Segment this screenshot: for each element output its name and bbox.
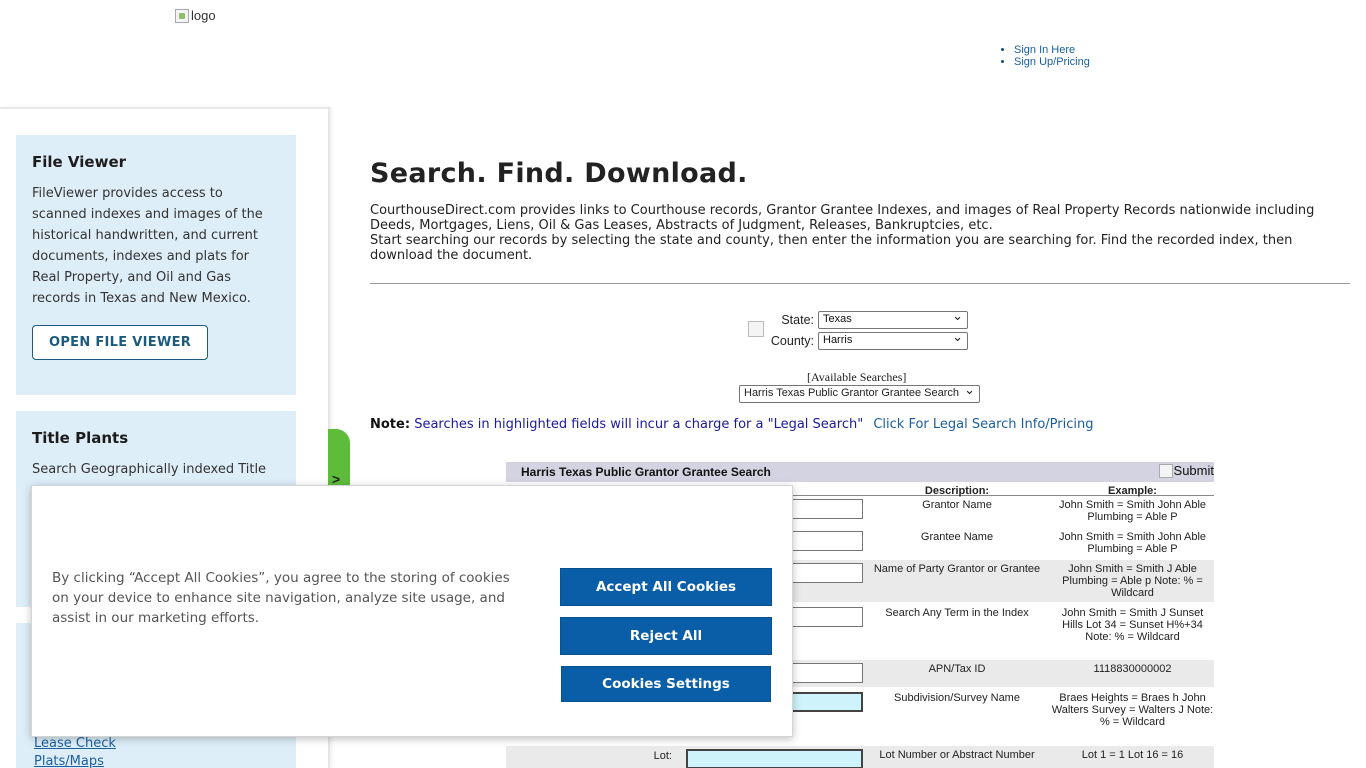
- intro-paragraph-2: Start searching our records by selecting…: [370, 233, 1293, 263]
- cookie-consent-dialog: By clicking “Accept All Cookies”, you ag…: [31, 485, 793, 737]
- divider: [370, 283, 1350, 284]
- reject-all-button[interactable]: Reject All: [560, 617, 772, 655]
- search-form-title: Harris Texas Public Grantor Grantee Sear…: [521, 465, 771, 479]
- legal-search-note: Note: Searches in highlighted fields wil…: [370, 417, 1093, 432]
- broken-image-icon: [175, 8, 189, 23]
- state-county-selectors: State: Texas County: Harris: [748, 308, 968, 351]
- file-viewer-text: FileViewer provides access to scanned in…: [32, 186, 263, 306]
- county-select[interactable]: Harris: [818, 329, 968, 350]
- lease-check-link[interactable]: Lease Check: [34, 735, 116, 753]
- title-plants-text: Search Geographically indexed Title: [32, 462, 267, 477]
- logo-alt-text: logo: [191, 8, 216, 23]
- note-label: Note:: [370, 417, 411, 432]
- available-searches-select[interactable]: Harris Texas Public Grantor Grantee Sear…: [739, 382, 980, 403]
- state-select[interactable]: Texas: [818, 308, 968, 329]
- main-content: Search. Find. Download. CourthouseDirect…: [370, 150, 1350, 284]
- accept-all-cookies-button[interactable]: Accept All Cookies: [560, 568, 772, 606]
- file-viewer-title: File Viewer: [32, 153, 127, 171]
- state-label: State:: [781, 312, 814, 327]
- intro-text: CourthouseDirect.com provides links to C…: [370, 203, 1350, 263]
- sign-in-link[interactable]: Sign In Here: [1014, 44, 1075, 56]
- search-form-header: Harris Texas Public Grantor Grantee Sear…: [506, 462, 1214, 482]
- top-nav: Sign In Here Sign Up/Pricing: [1002, 44, 1090, 68]
- note-text: Searches in highlighted fields will incu…: [414, 417, 864, 432]
- cookies-settings-button[interactable]: Cookies Settings: [561, 666, 771, 702]
- col-description: Description:: [924, 485, 990, 497]
- site-logo[interactable]: logo: [175, 8, 216, 23]
- open-file-viewer-button[interactable]: OPEN FILE VIEWER: [32, 325, 209, 360]
- file-viewer-card: File Viewer FileViewer provides access t…: [16, 135, 296, 395]
- available-searches-label: [Available Searches]: [807, 370, 907, 384]
- state-map-image: [748, 321, 764, 337]
- lot-input[interactable]: [686, 749, 863, 768]
- page-title: Search. Find. Download.: [370, 158, 748, 189]
- col-example: Example:: [1108, 485, 1157, 497]
- submit-button[interactable]: Submit: [1158, 463, 1214, 478]
- broken-image-icon: [1158, 463, 1173, 478]
- cookie-text: By clicking “Accept All Cookies”, you ag…: [52, 570, 510, 626]
- intro-paragraph-1: CourthouseDirect.com provides links to C…: [370, 203, 1315, 233]
- legal-search-info-link[interactable]: Click For Legal Search Info/Pricing: [873, 417, 1093, 432]
- lot-label: Lot:: [653, 750, 672, 762]
- sign-up-pricing-link[interactable]: Sign Up/Pricing: [1014, 56, 1090, 68]
- page: logo Sign In Here Sign Up/Pricing File V…: [0, 0, 1366, 768]
- county-label: County:: [770, 333, 814, 348]
- search-row: Lot: Lot Number or Abstract Number Lot 1…: [506, 746, 1214, 768]
- submit-alt-text: Submit: [1173, 463, 1214, 478]
- plats-maps-link[interactable]: Plats/Maps: [34, 753, 116, 768]
- title-plants-title: Title Plants: [32, 429, 129, 447]
